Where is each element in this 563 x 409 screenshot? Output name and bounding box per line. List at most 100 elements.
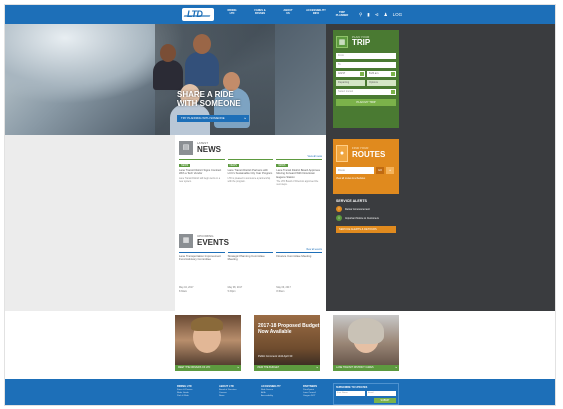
news-badge: NEWS — [276, 164, 288, 167]
depart-select[interactable]: Departing — [336, 80, 365, 86]
promo-bar: MEET THE DRIVERS OF LTD ▸ — [175, 365, 241, 371]
view-all-news-link[interactable]: View all news — [308, 155, 322, 158]
events-title: EVENTS — [197, 237, 230, 247]
hero-person-body — [153, 60, 183, 90]
news-badge: NEWS — [179, 164, 191, 167]
options-button[interactable]: Options — [367, 80, 396, 86]
promo-card[interactable]: 2017-18 Proposed Budget Now Available Pu… — [254, 315, 320, 371]
main-nav: RIDING LTD FARES & PASSES ABOUT US ACCESSIB… — [221, 9, 351, 17]
route-go-button[interactable]: GO — [376, 167, 384, 174]
user-icon[interactable]: ♟ — [384, 12, 388, 17]
promo-bar: LANE TRANSIT DISTRICT CARES ▸ — [333, 365, 399, 371]
from-input[interactable]: From — [336, 53, 396, 59]
all-routes-link[interactable]: View all routes & schedules — [336, 177, 396, 180]
view-all-events-link[interactable]: View all events — [306, 248, 322, 251]
map-pin-icon: ● — [336, 144, 348, 162]
arrow-right-icon: ▸ — [395, 366, 397, 369]
to-input[interactable]: To — [336, 62, 396, 68]
header-icons: ⚲ ▮ ⊲ ♟ LOG — [359, 12, 402, 17]
hero-person-head — [223, 72, 240, 91]
chat-icon[interactable]: ▮ — [367, 12, 369, 17]
footer-column: ABOUT LTD Board of Directors Careers New… — [219, 385, 247, 398]
route-list-button[interactable]: ≡ — [386, 167, 394, 174]
alert-item[interactable]: ! Detour Announcement — [336, 206, 396, 212]
promo-card[interactable]: LANE TRANSIT DISTRICT CARES ▸ — [333, 315, 399, 371]
promo-card[interactable]: MEET THE DRIVERS OF LTD ▸ — [175, 315, 241, 371]
alerts-button[interactable]: SERVICE ALERTS & DETOURS — [336, 226, 396, 233]
news-item[interactable]: NEWS Lane Transit District Signs Contrac… — [179, 159, 225, 187]
bus-icon: ▦ — [336, 35, 348, 48]
subscribe-title: SUBSCRIBE TO UPDATES — [336, 386, 368, 389]
arrow-right-icon: ▸ — [316, 366, 318, 369]
hero-headline: SHARE A RIDE WITH SOMEONE — [177, 90, 241, 108]
hero-cta-button[interactable]: TRY PLANNING WITH SOMEONE ▸ — [177, 115, 249, 122]
hero-person-head — [160, 44, 176, 62]
promo-photo-hair — [348, 318, 384, 344]
calendar-icon: ▦ — [179, 234, 193, 248]
ltd-logo[interactable]: LTD — [182, 8, 214, 21]
news-item[interactable]: NEWS Lane Transit District Partners with… — [227, 159, 274, 187]
footer-column: PARTNERS Point2point Lane Council Oregon… — [303, 385, 331, 398]
date-input[interactable]: 4/3/17 — [336, 71, 365, 77]
left-spacer — [5, 135, 175, 311]
footer-column: ACCESSIBILITY Ride Source ADA Accessibil… — [261, 385, 289, 398]
footer-link[interactable]: News — [219, 395, 247, 398]
logo-text: LTD — [187, 9, 203, 19]
news-badge: NEWS — [227, 164, 239, 167]
footer-column: RIDING LTD Fares & Passes Rider Guide Pa… — [177, 385, 205, 398]
event-item[interactable]: Finance Committee Meeting May 09, 2017 8:… — [276, 252, 323, 307]
nav-fares-passes[interactable]: FARES & PASSES — [249, 9, 271, 17]
calendar-icon — [360, 72, 364, 76]
footer-link[interactable]: Park & Ride — [177, 395, 205, 398]
news-title: NEWS — [197, 144, 221, 154]
hero-person-body — [185, 52, 219, 86]
site-footer: RIDING LTD Fares & Passes Rider Guide Pa… — [5, 379, 555, 405]
promo-bar: VIEW THE BUDGET ▸ — [254, 365, 320, 371]
hero-person-head — [193, 34, 211, 54]
nav-riding-ltd[interactable]: RIDING LTD — [221, 9, 243, 17]
first-name-input[interactable]: First Name — [336, 391, 365, 396]
subscribe-form: SUBSCRIBE TO UPDATES First Name Email SU… — [333, 383, 399, 405]
subscribe-submit-button[interactable]: SUBMIT — [374, 398, 396, 403]
alerts-title: SERVICE ALERTS — [336, 199, 367, 203]
share-icon[interactable]: ⊲ — [375, 12, 379, 17]
promo-photo-hair — [191, 317, 223, 331]
trip-planner-card: ▦ PLAN YOUR TRIP From To 4/3/17 8:26 am … — [333, 30, 399, 128]
logo-swoosh — [183, 15, 211, 17]
warning-icon: ! — [336, 206, 342, 212]
login-link[interactable]: LOG — [393, 12, 403, 17]
routes-card: ● FIND YOUR ROUTES Route GO ≡ View all r… — [333, 139, 399, 237]
arrow-right-icon: ▸ — [237, 366, 239, 369]
routes-title: ROUTES — [352, 149, 386, 159]
news-item[interactable]: NEWS Lane Transit District Board Approve… — [276, 159, 323, 187]
route-search-input[interactable]: Route — [336, 167, 374, 174]
option-select[interactable]: Select transit — [336, 89, 396, 95]
events-section: ▦ UPCOMING EVENTS View all events Lane T… — [175, 228, 326, 311]
nav-trip-planner[interactable]: TRIP PLANNER — [333, 11, 351, 17]
chevron-down-icon — [391, 90, 395, 94]
time-input[interactable]: 8:26 am — [367, 71, 396, 77]
site-header: LTD RIDING LTD FARES & PASSES ABOUT US ACCE… — [5, 5, 555, 24]
alert-item[interactable]: i Important Notice to Customers — [336, 215, 396, 221]
event-item[interactable]: Strategic Planning Committee Meeting May… — [227, 252, 274, 307]
clock-icon — [391, 72, 395, 76]
info-icon: i — [336, 215, 342, 221]
nav-about-us[interactable]: ABOUT US — [277, 9, 299, 17]
newspaper-icon: ▤ — [179, 141, 193, 155]
page: LTD RIDING LTD FARES & PASSES ABOUT US ACCE… — [4, 4, 556, 406]
sidebar-panel: ▦ PLAN YOUR TRIP From To 4/3/17 8:26 am … — [326, 24, 555, 311]
arrow-right-icon: ▸ — [244, 116, 246, 120]
hero-banner: SHARE A RIDE WITH SOMEONE TRY PLANNING W… — [5, 24, 326, 135]
event-item[interactable]: Lane Transportation Improvement Fund Adv… — [179, 252, 225, 307]
trip-title: TRIP — [352, 38, 371, 48]
email-input[interactable]: Email — [367, 391, 396, 396]
search-icon[interactable]: ⚲ — [359, 12, 362, 17]
promo-subtext: Public Comment Until April 30 — [258, 355, 293, 358]
footer-link[interactable]: Oregon DOT — [303, 395, 331, 398]
news-section: ▤ LATEST NEWS View all news NEWS Lane Tr… — [175, 135, 326, 228]
promo-strip: MEET THE DRIVERS OF LTD ▸ 2017-18 Propose… — [5, 311, 555, 379]
footer-link[interactable]: Accessibility — [261, 395, 289, 398]
nav-accessibility[interactable]: ACCESSIBILITY INFO — [305, 9, 327, 17]
plan-trip-button[interactable]: PLAN MY TRIP — [336, 99, 396, 106]
promo-headline: 2017-18 Proposed Budget Now Available — [258, 323, 320, 335]
